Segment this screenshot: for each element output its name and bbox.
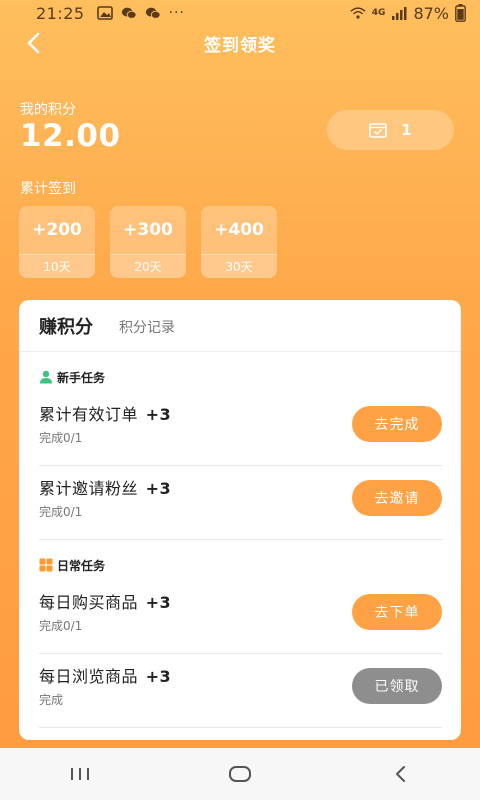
accumulated-label: 累计签到 (20, 181, 76, 197)
milestone-days: 30天 (201, 254, 277, 278)
chevron-left-icon (27, 32, 40, 54)
battery-icon (455, 4, 466, 22)
recent-apps-button[interactable] (60, 754, 100, 794)
milestone-bonus: +200 (32, 220, 82, 240)
points-value: 12.00 (20, 118, 121, 154)
system-nav-bar (0, 748, 480, 800)
task-name: 每日购买商品 (39, 593, 139, 612)
more-notifications-icon: ··· (168, 5, 185, 21)
status-time: 21:25 (36, 3, 85, 23)
header: 签到领奖 (0, 26, 480, 60)
section-daily-tasks: 日常任务 (19, 550, 461, 580)
task-progress: 完成0/1 (39, 619, 83, 633)
gallery-icon (96, 6, 113, 20)
milestone-10[interactable]: +200 10天 (19, 206, 95, 278)
tab-points-records[interactable]: 积分记录 (119, 317, 175, 337)
task-row: 累计邀请粉丝 +3 完成0/1 去邀请 (39, 466, 442, 540)
task-row: 每日浏览商品 +3 完成 已领取 (39, 654, 442, 728)
milestone-bonus: +300 (123, 220, 173, 240)
milestone-bonus: +400 (214, 220, 264, 240)
points-label: 我的积分 (20, 102, 76, 118)
back-arrow-icon (396, 766, 405, 782)
checkin-button[interactable]: 1 (327, 110, 454, 150)
milestone-days: 10天 (19, 254, 95, 278)
page-title: 签到领奖 (204, 35, 276, 56)
calendar-check-icon (369, 123, 388, 138)
home-button[interactable] (220, 754, 260, 794)
task-reward: +3 (145, 405, 172, 424)
recent-apps-icon (71, 768, 89, 780)
wechat-icon (121, 7, 137, 19)
home-icon (229, 766, 251, 782)
task-row: 累计有效订单 +3 完成0/1 去完成 (39, 392, 442, 466)
wechat-icon-2 (145, 7, 161, 19)
task-reward: +3 (145, 593, 172, 612)
grid-icon (39, 558, 53, 572)
milestone-30[interactable]: +400 30天 (201, 206, 277, 278)
task-progress: 完成0/1 (39, 431, 83, 445)
signal-icon (392, 7, 407, 20)
tab-earn-points[interactable]: 赚积分 (39, 313, 93, 339)
task-row: 每日购买商品 +3 完成0/1 去下单 (39, 580, 442, 654)
task-name: 累计邀请粉丝 (39, 479, 139, 498)
battery-percent: 87% (413, 3, 449, 23)
wifi-icon (350, 7, 366, 19)
milestone-days: 20天 (110, 254, 186, 278)
system-back-button[interactable] (380, 754, 420, 794)
user-icon (40, 370, 52, 384)
checkin-count: 1 (401, 121, 412, 139)
task-name: 每日浏览商品 (39, 667, 139, 686)
section-title: 日常任务 (57, 558, 106, 573)
task-progress: 完成 (39, 693, 64, 707)
claimed-button[interactable]: 已领取 (352, 668, 442, 704)
milestone-20[interactable]: +300 20天 (110, 206, 186, 278)
section-newbie-tasks: 新手任务 (19, 362, 461, 392)
tasks-card: 赚积分 积分记录 新手任务 累计有效订单 +3 完成0/1 去完成 累计邀请粉丝… (19, 300, 461, 740)
tab-bar: 赚积分 积分记录 (19, 300, 461, 352)
back-button[interactable] (20, 30, 46, 56)
task-progress: 完成0/1 (39, 505, 83, 519)
place-order-button[interactable]: 去下单 (352, 594, 442, 630)
complete-order-button[interactable]: 去完成 (352, 406, 442, 442)
network-type: 4G (371, 8, 386, 18)
status-bar: 21:25 ··· 4G 87% (0, 0, 480, 26)
task-name: 累计有效订单 (39, 405, 139, 424)
milestone-list: +200 10天 +300 20天 +400 30天 (19, 206, 277, 278)
task-reward: +3 (145, 667, 172, 686)
section-title: 新手任务 (57, 370, 106, 385)
task-reward: +3 (145, 479, 172, 498)
invite-fans-button[interactable]: 去邀请 (352, 480, 442, 516)
